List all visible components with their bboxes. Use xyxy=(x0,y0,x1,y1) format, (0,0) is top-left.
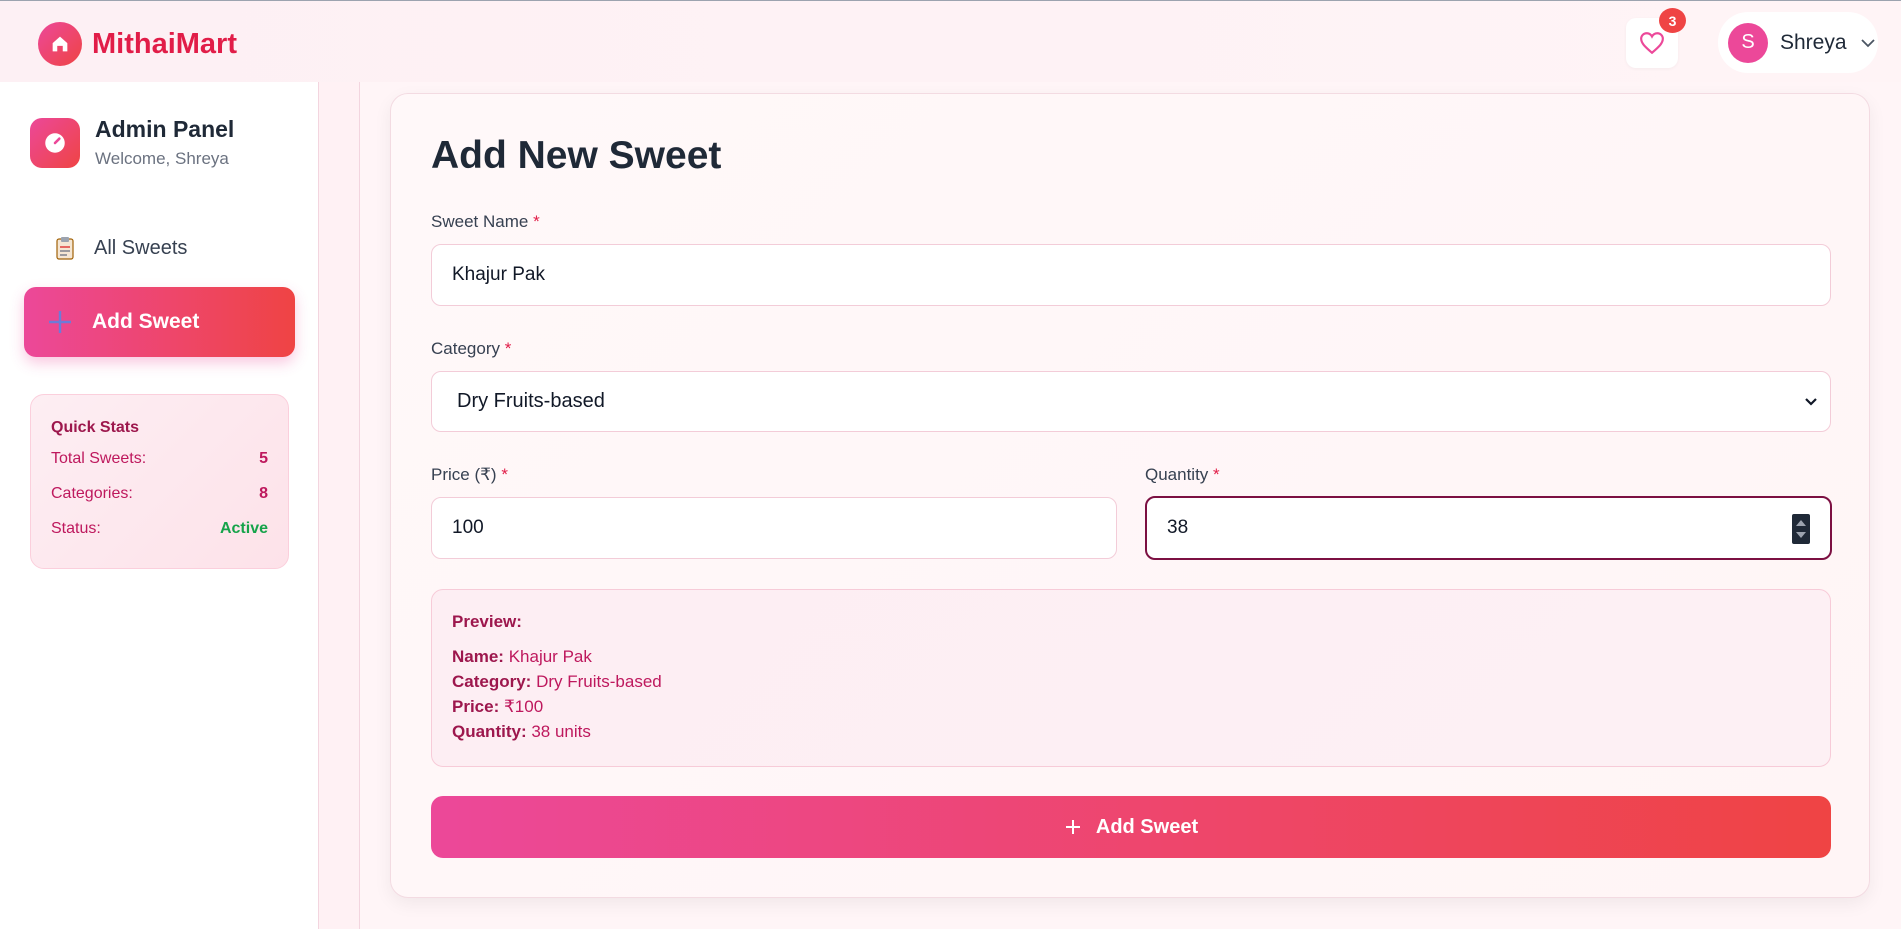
quantity-spinner[interactable] xyxy=(1792,514,1810,544)
avatar: S xyxy=(1728,22,1768,63)
user-name: Shreya xyxy=(1780,30,1847,54)
admin-panel-title: Admin Panel xyxy=(95,116,235,142)
preview-quantity: Quantity: 38 units xyxy=(452,722,591,741)
category-select[interactable]: Dry Fruits-based xyxy=(431,371,1831,432)
sidebar-item-label: Add Sweet xyxy=(92,310,200,333)
stat-row: Status: Active xyxy=(51,519,268,554)
quantity-label: Quantity * xyxy=(1145,465,1220,484)
sweet-name-value: Khajur Pak xyxy=(452,264,545,285)
chevron-down-icon xyxy=(1860,38,1875,47)
sweet-name-input[interactable]: Khajur Pak xyxy=(431,244,1831,306)
stat-row: Categories: 8 xyxy=(51,484,268,519)
status-badge: Active xyxy=(219,520,268,537)
plus-icon xyxy=(1065,820,1080,834)
home-icon xyxy=(38,22,82,66)
preview-price: Price: ₹100 xyxy=(452,697,544,716)
sidebar-item-all-sweets[interactable]: All Sweets xyxy=(24,223,294,273)
favorites-count-badge: 3 xyxy=(1659,8,1686,33)
stat-value: 5 xyxy=(259,450,268,467)
quick-stats: Quick Stats Total Sweets: 5 Categories: … xyxy=(30,394,289,569)
price-value: 100 xyxy=(452,517,484,538)
price-label: Price (₹) * xyxy=(431,465,508,484)
add-sweet-button-label: Add Sweet xyxy=(1095,815,1199,838)
sweet-name-label: Sweet Name * xyxy=(431,212,540,231)
quantity-stepper[interactable]: 38 xyxy=(1145,496,1832,560)
heart-icon xyxy=(1640,32,1664,55)
price-input[interactable]: 100 xyxy=(431,497,1117,559)
stat-label: Categories: xyxy=(51,485,133,502)
stat-row: Total Sweets: 5 xyxy=(51,449,268,484)
preview-title: Preview: xyxy=(452,612,522,631)
quantity-value: 38 xyxy=(1167,517,1189,538)
page-title: Add New Sweet xyxy=(431,134,722,177)
stat-label: Status: xyxy=(51,520,101,537)
plus-icon xyxy=(49,311,71,333)
welcome-text: Welcome, Shreya xyxy=(95,149,229,168)
admin-panel-header: Admin Panel Welcome, Shreya xyxy=(30,116,234,169)
brand[interactable]: MithaiMart xyxy=(38,22,237,66)
add-sweet-card: Add New Sweet Sweet Name * Khajur Pak Ca… xyxy=(390,93,1870,898)
user-menu[interactable]: S Shreya xyxy=(1718,12,1878,73)
clipboard-icon xyxy=(56,237,74,260)
brand-name: MithaiMart xyxy=(92,27,237,60)
chevron-down-icon xyxy=(1805,397,1817,406)
stat-value: 8 xyxy=(259,485,268,502)
spinner-arrows-icon xyxy=(1796,520,1806,538)
top-bar: MithaiMart 3 S Shreya xyxy=(0,0,1901,82)
category-label: Category * xyxy=(431,339,512,358)
add-sweet-button[interactable]: Add Sweet xyxy=(431,796,1831,858)
content-gutter xyxy=(319,82,360,929)
preview-category: Category: Dry Fruits-based xyxy=(452,672,662,691)
stat-label: Total Sweets: xyxy=(51,450,147,467)
sidebar-item-add-sweet[interactable]: Add Sweet xyxy=(24,287,295,357)
sidebar-item-label: All Sweets xyxy=(94,236,188,259)
category-value: Dry Fruits-based xyxy=(457,390,605,412)
dashboard-icon xyxy=(30,117,80,168)
sidebar: Admin Panel Welcome, Shreya All Sweets A… xyxy=(0,82,319,929)
preview-name: Name: Khajur Pak xyxy=(452,647,592,666)
quick-stats-title: Quick Stats xyxy=(51,419,140,436)
preview-panel: Preview: Name: Khajur Pak Category: Dry … xyxy=(431,589,1831,767)
